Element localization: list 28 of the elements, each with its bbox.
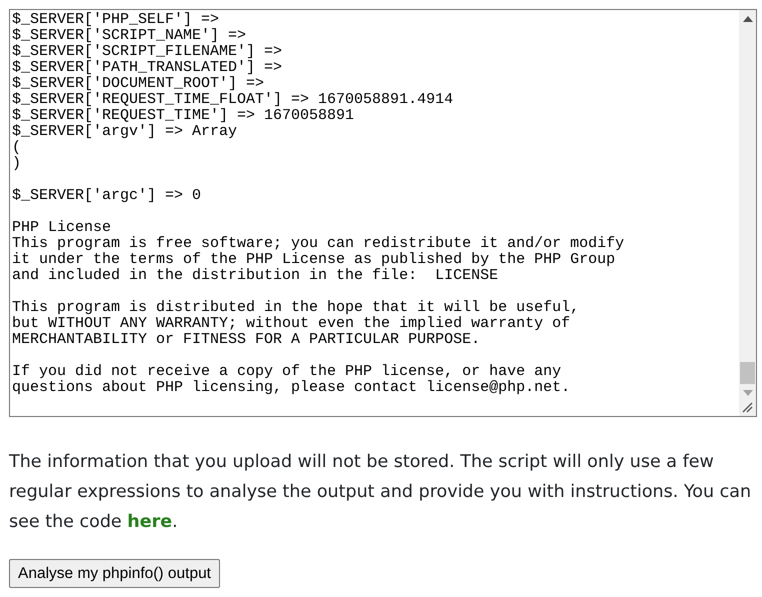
code-line: $_SERVER['SCRIPT_NAME'] => — [12, 27, 246, 44]
code-line: PHP License — [12, 219, 112, 236]
code-line: ( — [12, 139, 22, 156]
scroll-up-icon[interactable] — [742, 16, 752, 22]
code-line: $_SERVER['REQUEST_TIME_FLOAT'] => 1670058891.4914 — [12, 91, 454, 108]
analyse-button[interactable]: Analyse my phpinfo() output — [9, 559, 220, 588]
code-line: $_SERVER['PHP_SELF'] => — [12, 11, 220, 28]
code-line: $_SERVER['argc'] => 0 — [12, 187, 202, 204]
code-line: $_SERVER['SCRIPT_FILENAME'] => — [12, 43, 282, 60]
code-line: $_SERVER['argv'] => Array — [12, 123, 238, 140]
code-line: questions about PHP licensing, please contact license@php.net. — [12, 379, 570, 396]
code-line: ) — [12, 155, 22, 172]
code-line: This program is free software; you can redistribute it and/or modify — [12, 235, 624, 252]
code-line: $_SERVER['REQUEST_TIME'] => 1670058891 — [12, 107, 354, 124]
code-line: $_SERVER['PATH_TRANSLATED'] => — [12, 59, 282, 76]
scrollbar[interactable] — [739, 10, 756, 416]
code-line: If you did not receive a copy of the PHP license, or have any — [12, 363, 562, 380]
code-line: $_SERVER['DOCUMENT_ROOT'] => — [12, 75, 264, 92]
resize-grip-icon[interactable] — [742, 402, 753, 413]
scroll-thumb[interactable] — [740, 362, 755, 384]
code-line: it under the terms of the PHP License as published by the PHP Group — [12, 251, 616, 268]
output-text-area[interactable] — [9, 9, 757, 417]
code-line: but WITHOUT ANY WARRANTY; without even the implied warranty of — [12, 315, 570, 332]
info-paragraph: The information that you upload will not be stored. The script will only use a few regular expressions to analyse the output and provide you with instructions. You can see the code here. — [9, 451, 752, 534]
code-line: MERCHANTABILITY or FITNESS FOR A PARTICULAR PURPOSE. — [12, 331, 480, 348]
code-line: and included in the distribution in the file: LICENSE — [12, 267, 498, 284]
code-line: This program is distributed in the hope that it will be useful, — [12, 299, 580, 316]
code-link[interactable]: here — [127, 512, 172, 532]
